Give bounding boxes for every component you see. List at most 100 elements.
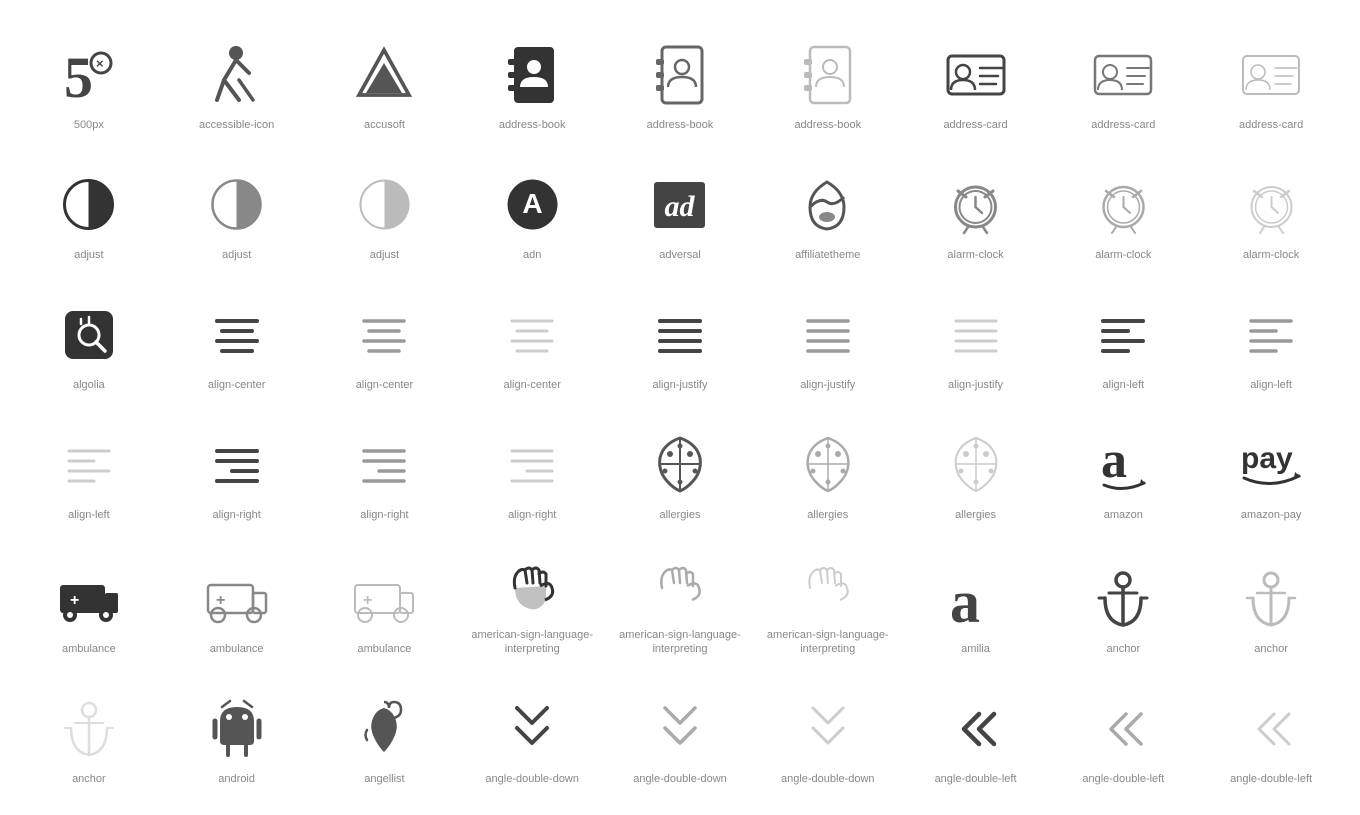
android-icon — [202, 694, 272, 764]
icon-cell-angle-double-left-1[interactable]: angle-double-left — [907, 675, 1045, 795]
icon-cell-algolia[interactable]: algolia — [20, 280, 158, 400]
accessible-icon-icon — [202, 40, 272, 110]
icon-label: address-book — [647, 118, 714, 132]
icon-label: ambulance — [62, 642, 116, 656]
align-left-icon-3 — [54, 430, 124, 500]
adjust-icon-2 — [202, 170, 272, 240]
icon-label: accusoft — [364, 118, 405, 132]
icon-cell-alarm-clock-2[interactable]: alarm-clock — [1054, 150, 1192, 270]
svg-text:×: × — [96, 56, 104, 71]
icon-label: allergies — [807, 508, 848, 522]
icon-label: allergies — [955, 508, 996, 522]
icon-cell-alarm-clock-1[interactable]: alarm-clock — [907, 150, 1045, 270]
icon-cell-allergies-1[interactable]: allergies — [611, 410, 749, 530]
icon-label: address-card — [1239, 118, 1303, 132]
icon-label: angle-double-left — [1082, 772, 1164, 786]
icon-cell-angle-double-left-3[interactable]: angle-double-left — [1202, 675, 1340, 795]
icon-label: align-justify — [652, 378, 707, 392]
icon-cell-amazon[interactable]: a amazon — [1054, 410, 1192, 530]
icon-label: angle-double-down — [485, 772, 579, 786]
svg-text:5: 5 — [64, 45, 93, 110]
align-center-icon-3 — [497, 300, 567, 370]
icon-cell-ambulance-2[interactable]: + ambulance — [168, 540, 306, 665]
icon-cell-asl-2[interactable]: american-sign-language-interpreting — [611, 540, 749, 665]
icon-cell-angle-double-left-2[interactable]: angle-double-left — [1054, 675, 1192, 795]
icon-cell-anchor-3[interactable]: anchor — [20, 675, 158, 795]
angle-double-left-icon-2 — [1088, 694, 1158, 764]
icon-label: amilia — [961, 642, 990, 656]
icon-label: align-justify — [800, 378, 855, 392]
icon-cell-allergies-2[interactable]: allergies — [759, 410, 897, 530]
icon-cell-angle-double-down-1[interactable]: angle-double-down — [463, 675, 601, 795]
allergies-icon-1 — [645, 430, 715, 500]
svg-text:pay: pay — [1241, 442, 1293, 475]
icon-cell-adjust-3[interactable]: adjust — [316, 150, 454, 270]
icon-cell-ambulance-3[interactable]: + ambulance — [316, 540, 454, 665]
icon-label: affiliatetheme — [795, 248, 860, 262]
icon-cell-align-center-1[interactable]: align-center — [168, 280, 306, 400]
icon-cell-angellist[interactable]: angellist — [316, 675, 454, 795]
icon-cell-anchor-2[interactable]: anchor — [1202, 540, 1340, 665]
icon-cell-anchor-1[interactable]: anchor — [1054, 540, 1192, 665]
icon-label: adjust — [222, 248, 251, 262]
icon-cell-android[interactable]: android — [168, 675, 306, 795]
icon-cell-asl-3[interactable]: american-sign-language-interpreting — [759, 540, 897, 665]
ambulance-icon-2: + — [202, 564, 272, 634]
icon-cell-amazon-pay[interactable]: pay amazon-pay — [1202, 410, 1340, 530]
icon-cell-ambulance-1[interactable]: + ambulance — [20, 540, 158, 665]
icon-cell-alarm-clock-3[interactable]: alarm-clock — [1202, 150, 1340, 270]
icon-cell-address-card-3[interactable]: address-card — [1202, 20, 1340, 140]
500px-icon: 5 × — [54, 40, 124, 110]
svg-text:+: + — [70, 592, 79, 609]
icon-cell-align-left-1[interactable]: align-left — [1054, 280, 1192, 400]
icon-label: algolia — [73, 378, 105, 392]
icon-cell-address-book-2[interactable]: address-book — [611, 20, 749, 140]
icon-cell-align-right-3[interactable]: align-right — [463, 410, 601, 530]
icon-cell-align-left-2[interactable]: align-left — [1202, 280, 1340, 400]
icon-cell-angle-double-down-3[interactable]: angle-double-down — [759, 675, 897, 795]
amazon-pay-icon: pay — [1236, 430, 1306, 500]
align-justify-icon-1 — [645, 300, 715, 370]
icon-cell-align-center-2[interactable]: align-center — [316, 280, 454, 400]
icon-cell-allergies-3[interactable]: allergies — [907, 410, 1045, 530]
icon-cell-500px[interactable]: 5 × 500px — [20, 20, 158, 140]
icon-cell-align-right-2[interactable]: align-right — [316, 410, 454, 530]
icon-cell-adversal[interactable]: ad adversal — [611, 150, 749, 270]
icon-cell-adjust-2[interactable]: adjust — [168, 150, 306, 270]
icon-cell-accusoft[interactable]: accusoft — [316, 20, 454, 140]
icon-cell-align-justify-1[interactable]: align-justify — [611, 280, 749, 400]
icon-cell-align-justify-3[interactable]: align-justify — [907, 280, 1045, 400]
icon-cell-address-card-1[interactable]: address-card — [907, 20, 1045, 140]
icon-cell-align-center-3[interactable]: align-center — [463, 280, 601, 400]
icon-label: align-right — [360, 508, 408, 522]
icon-label: address-card — [943, 118, 1007, 132]
icon-label: amazon — [1104, 508, 1143, 522]
allergies-icon-2 — [793, 430, 863, 500]
icon-cell-address-book-3[interactable]: address-book — [759, 20, 897, 140]
icon-label: alarm-clock — [1095, 248, 1151, 262]
align-right-icon-3 — [497, 430, 567, 500]
icon-label: 500px — [74, 118, 104, 132]
icon-cell-address-book-1[interactable]: address-book — [463, 20, 601, 140]
icon-cell-adjust-1[interactable]: adjust — [20, 150, 158, 270]
icon-cell-adn[interactable]: A adn — [463, 150, 601, 270]
icon-cell-align-justify-2[interactable]: align-justify — [759, 280, 897, 400]
icon-cell-angle-double-down-2[interactable]: angle-double-down — [611, 675, 749, 795]
icon-cell-align-left-3[interactable]: align-left — [20, 410, 158, 530]
icon-cell-affiliatetheme[interactable]: affiliatetheme — [759, 150, 897, 270]
icon-label: accessible-icon — [199, 118, 274, 132]
icon-cell-accessible-icon[interactable]: accessible-icon — [168, 20, 306, 140]
icon-label: angle-double-left — [1230, 772, 1312, 786]
svg-text:a: a — [950, 569, 980, 635]
icon-label: align-left — [68, 508, 110, 522]
ambulance-icon-3: + — [349, 564, 419, 634]
icon-cell-amilia[interactable]: a amilia — [907, 540, 1045, 665]
icon-label: adn — [523, 248, 541, 262]
address-card-icon-1 — [941, 40, 1011, 110]
icon-cell-address-card-2[interactable]: address-card — [1054, 20, 1192, 140]
icon-cell-asl-1[interactable]: american-sign-language-interpreting — [463, 540, 601, 665]
icon-cell-align-right-1[interactable]: align-right — [168, 410, 306, 530]
icon-label: anchor — [1107, 642, 1141, 656]
address-book-icon-3 — [793, 40, 863, 110]
angle-double-left-icon-3 — [1236, 694, 1306, 764]
